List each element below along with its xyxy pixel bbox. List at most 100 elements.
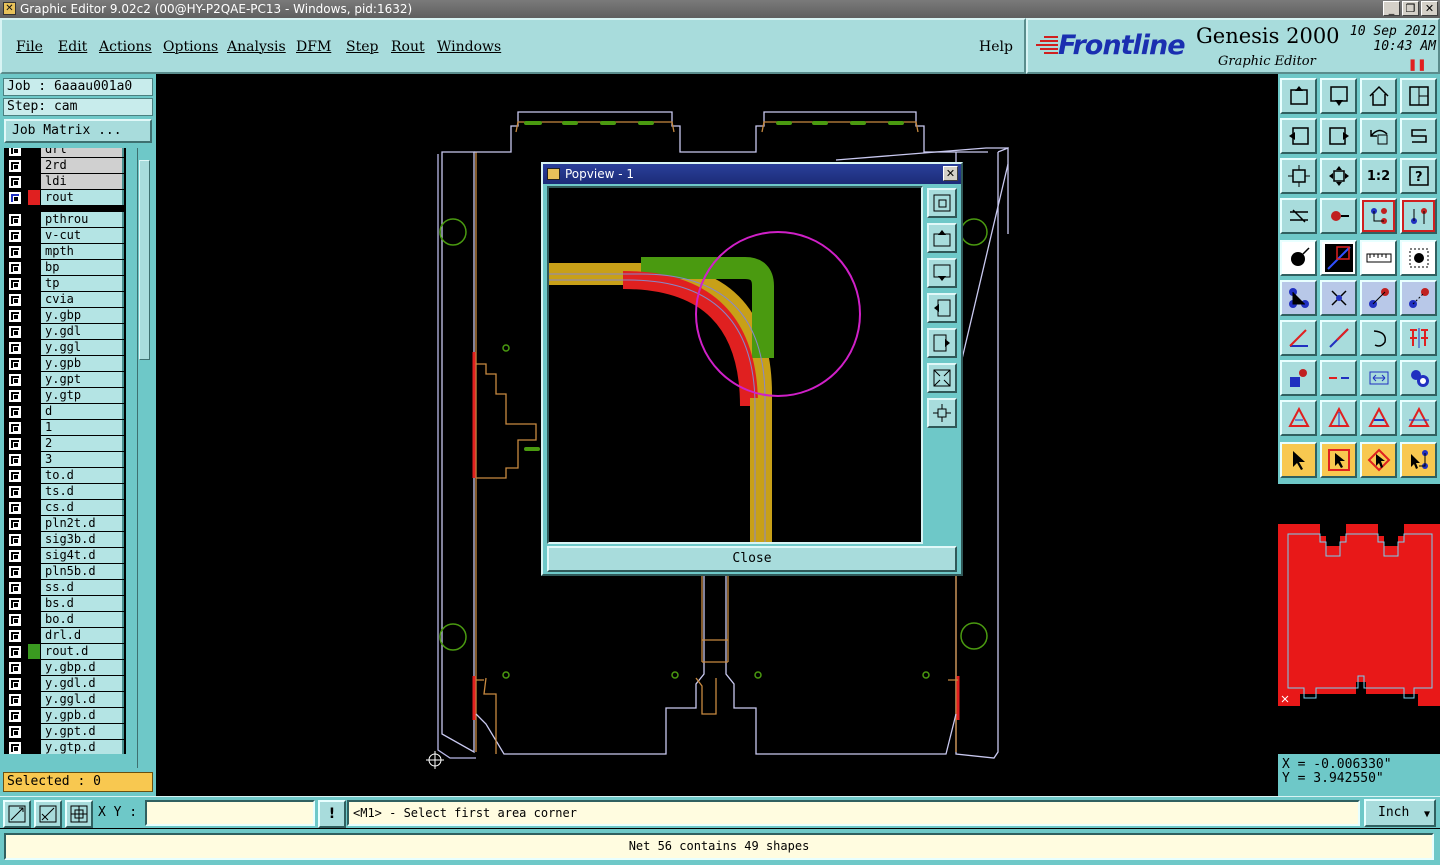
layer-name[interactable]: ts.d: [41, 484, 124, 499]
layer-checkbox[interactable]: [9, 294, 21, 306]
layer-name[interactable]: y.ggl: [41, 340, 124, 355]
pan-left-icon[interactable]: [927, 293, 957, 323]
layer-color-swatch[interactable]: [28, 596, 40, 611]
layer-row[interactable]: pln5b.d: [4, 564, 126, 580]
layer-row[interactable]: y.gtp: [4, 388, 126, 404]
minimize-button[interactable]: _: [1383, 1, 1400, 16]
layer-checkbox[interactable]: [9, 422, 21, 434]
zoom-back-icon[interactable]: [1360, 118, 1397, 154]
layer-checkbox[interactable]: [9, 214, 21, 226]
redraw-icon[interactable]: [1400, 118, 1437, 154]
layer-color-swatch[interactable]: [28, 484, 40, 499]
layer-checkbox[interactable]: [9, 742, 21, 754]
layer-checkbox[interactable]: [9, 566, 21, 578]
layer-row[interactable]: sig3b.d: [4, 532, 126, 548]
move-node-icon[interactable]: [1360, 280, 1397, 316]
mirror-icon[interactable]: [1400, 320, 1437, 356]
menu-help[interactable]: Help: [979, 39, 1013, 55]
layer-row[interactable]: mpth: [4, 244, 126, 260]
view-home-icon[interactable]: [1280, 78, 1317, 114]
draw-arc-icon[interactable]: [1360, 320, 1397, 356]
snap-angle-icon[interactable]: [34, 800, 62, 828]
layer-color-swatch[interactable]: [28, 740, 40, 754]
layer-row[interactable]: y.gbp: [4, 308, 126, 324]
resize-icon[interactable]: [1360, 360, 1397, 396]
scroll-thumb[interactable]: [139, 160, 150, 360]
layer-checkbox[interactable]: [9, 694, 21, 706]
layer-color-swatch[interactable]: [28, 212, 40, 227]
layer-row[interactable]: y.gdl.d: [4, 676, 126, 692]
scale-1-2-icon[interactable]: 1:2: [1360, 158, 1397, 194]
layer-checkbox[interactable]: [9, 278, 21, 290]
layer-row[interactable]: y.ggl.d: [4, 692, 126, 708]
help-icon[interactable]: ?: [1400, 158, 1437, 194]
layer-name[interactable]: y.gpb: [41, 356, 124, 371]
layer-name[interactable]: 3: [41, 452, 124, 467]
layer-name[interactable]: rout.d: [41, 644, 124, 659]
layer-color-swatch[interactable]: [28, 244, 40, 259]
add-line-icon[interactable]: [1320, 240, 1357, 276]
layer-checkbox[interactable]: [9, 342, 21, 354]
layer-color-swatch[interactable]: [28, 532, 40, 547]
layer-color-swatch[interactable]: [28, 340, 40, 355]
angle-line-icon[interactable]: [1280, 320, 1317, 356]
layer-checkbox[interactable]: [9, 646, 21, 658]
menu-actions[interactable]: Actions: [99, 39, 152, 55]
layer-color-swatch[interactable]: [28, 724, 40, 739]
pan-down-icon[interactable]: [927, 258, 957, 288]
layer-row[interactable]: ss.d: [4, 580, 126, 596]
layer-color-swatch[interactable]: [28, 372, 40, 387]
select-box-icon[interactable]: [1320, 442, 1357, 478]
zoom-in-icon[interactable]: [927, 188, 957, 218]
layer-row[interactable]: y.gpt: [4, 372, 126, 388]
select-lasso-icon[interactable]: [1360, 442, 1397, 478]
pan-right-icon[interactable]: [927, 328, 957, 358]
layer-color-swatch[interactable]: [28, 692, 40, 707]
layer-row[interactable]: rout.d: [4, 644, 126, 660]
layer-row[interactable]: y.gpb.d: [4, 708, 126, 724]
layer-name[interactable]: y.gtp.d: [41, 740, 124, 754]
layer-name[interactable]: pthrou: [41, 212, 124, 227]
layer-row[interactable]: y.gbp.d: [4, 660, 126, 676]
pause-icon[interactable]: ❚❚: [1408, 58, 1426, 71]
connect-nodes-icon[interactable]: [1280, 280, 1317, 316]
measure-tool-icon[interactable]: [1280, 198, 1317, 234]
layer-name[interactable]: ss.d: [41, 580, 124, 595]
pan-up-icon[interactable]: [927, 223, 957, 253]
layer-name[interactable]: tp: [41, 276, 124, 291]
layer-color-swatch[interactable]: [28, 580, 40, 595]
menu-edit[interactable]: Edit: [58, 39, 87, 55]
layer-color-swatch[interactable]: [28, 292, 40, 307]
layer-row[interactable]: drl.d: [4, 628, 126, 644]
layer-row[interactable]: sig4t.d: [4, 548, 126, 564]
layer-row[interactable]: ts.d: [4, 484, 126, 500]
layer-row[interactable]: rout: [4, 190, 126, 206]
layer-color-swatch[interactable]: [28, 548, 40, 563]
layer-name[interactable]: sig3b.d: [41, 532, 124, 547]
popview-close-x-button[interactable]: ✕: [943, 166, 958, 181]
popview-canvas[interactable]: [547, 186, 923, 544]
layer-checkbox[interactable]: [9, 598, 21, 610]
xy-input[interactable]: [145, 800, 315, 826]
layer-name[interactable]: v-cut: [41, 228, 124, 243]
layer-name[interactable]: 2: [41, 436, 124, 451]
layer-color-swatch[interactable]: [28, 564, 40, 579]
layer-row[interactable]: cs.d: [4, 500, 126, 516]
zoom-out-icon[interactable]: [927, 398, 957, 428]
zoom-fit-icon[interactable]: [927, 363, 957, 393]
warning-button[interactable]: !: [318, 800, 346, 828]
zoom-center-icon[interactable]: [1320, 158, 1357, 194]
popview-close-button[interactable]: Close: [547, 546, 957, 572]
layer-color-swatch[interactable]: [28, 420, 40, 435]
layer-checkbox[interactable]: [9, 486, 21, 498]
units-select[interactable]: Inch ▼: [1364, 799, 1436, 827]
layer-name[interactable]: 2rd: [41, 158, 124, 173]
layer-color-swatch[interactable]: [28, 452, 40, 467]
layer-color-swatch[interactable]: [28, 404, 40, 419]
ruler-icon[interactable]: [1360, 240, 1397, 276]
layer-name[interactable]: drl: [41, 148, 124, 157]
layer-row[interactable]: bp: [4, 260, 126, 276]
select-net-icon[interactable]: [1400, 442, 1437, 478]
layer-name[interactable]: cvia: [41, 292, 124, 307]
layer-checkbox[interactable]: [9, 230, 21, 242]
